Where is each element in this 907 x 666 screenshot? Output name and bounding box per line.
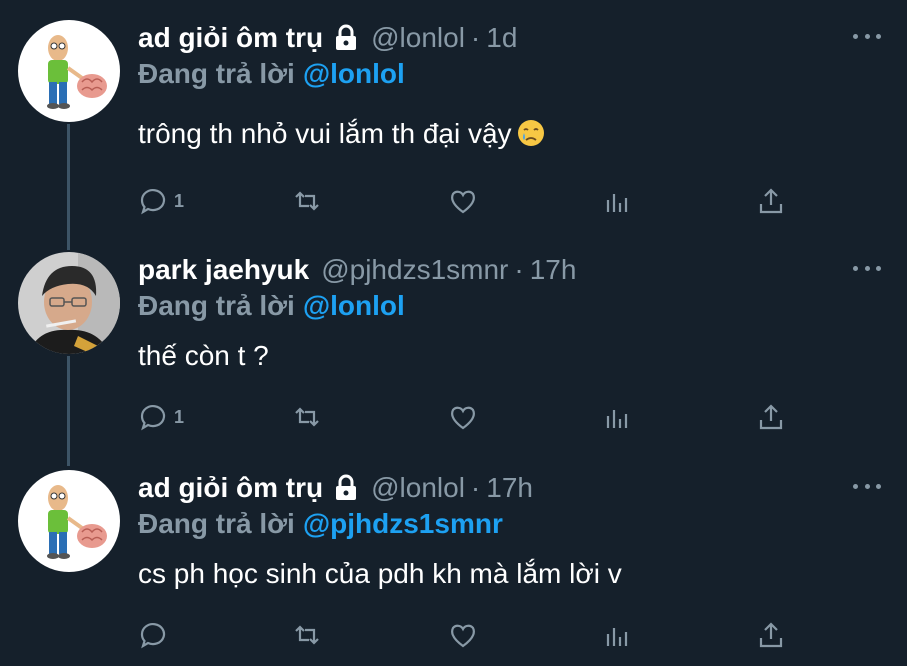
reply-count: 1	[174, 190, 185, 211]
more-icon[interactable]	[853, 258, 881, 278]
more-icon[interactable]	[853, 26, 881, 46]
tweet-actions: 1	[138, 400, 798, 434]
mention-link[interactable]: @lonlol	[303, 290, 405, 321]
display-name[interactable]: ad giỏi ôm trụ	[138, 22, 323, 54]
reply-button[interactable]: 1	[138, 400, 184, 434]
tweet-text-content: trông th nhỏ vui lắm th đại vậy	[138, 118, 512, 149]
reply-icon	[140, 189, 166, 215]
timestamp[interactable]: 17h	[486, 472, 533, 504]
reply-icon	[140, 405, 166, 431]
cartoon-man-with-brain-avatar	[18, 470, 120, 572]
analytics-icon	[606, 628, 628, 646]
reply-button[interactable]: 1	[138, 184, 184, 218]
like-icon	[451, 406, 475, 430]
tweet[interactable]: ad giỏi ôm trụ @lonlol · 1d Đang trả lời…	[0, 20, 907, 220]
retweet-button[interactable]	[292, 184, 322, 218]
avatar[interactable]	[18, 470, 120, 572]
analytics-button[interactable]	[602, 184, 632, 218]
like-button[interactable]	[448, 618, 478, 652]
tweet-text: cs ph học sinh của pdh kh mà lắm lời v	[138, 558, 622, 590]
user-handle[interactable]: @lonlol	[371, 22, 465, 54]
tweet-text-content: thế còn t ?	[138, 340, 269, 371]
tweet-text: trông th nhỏ vui lắm th đại vậy	[138, 118, 546, 150]
analytics-icon	[606, 410, 628, 428]
retweet-icon	[295, 625, 319, 645]
replying-to: Đang trả lời @pjhdzs1smnr	[138, 508, 503, 540]
separator-dot: ·	[470, 472, 481, 503]
reply-icon	[140, 623, 166, 649]
like-button[interactable]	[448, 400, 478, 434]
reply-button[interactable]	[138, 618, 174, 652]
timestamp[interactable]: 17h	[530, 254, 577, 286]
tweet-actions	[138, 618, 798, 652]
retweet-button[interactable]	[292, 400, 322, 434]
avatar[interactable]	[18, 252, 120, 354]
retweet-icon	[295, 407, 319, 427]
crying-face-icon	[516, 118, 546, 148]
tweet[interactable]: park jaehyuk @pjhdzs1smnr · 17h Đang trả…	[0, 252, 907, 452]
analytics-icon	[606, 194, 628, 212]
mention-link[interactable]: @pjhdzs1smnr	[303, 508, 503, 539]
avatar[interactable]	[18, 20, 120, 122]
person-photo-avatar	[18, 252, 120, 354]
user-handle[interactable]: @lonlol	[371, 472, 465, 504]
tweet-actions: 1	[138, 184, 798, 218]
share-button[interactable]	[756, 400, 786, 434]
share-icon	[759, 404, 783, 430]
separator-dot: ·	[514, 254, 524, 285]
replying-to: Đang trả lời @lonlol	[138, 290, 405, 322]
reply-prefix: Đang trả lời	[138, 508, 295, 539]
tweet-text-content: cs ph học sinh của pdh kh mà lắm lời v	[138, 558, 622, 589]
retweet-icon	[295, 191, 319, 211]
mention-link[interactable]: @lonlol	[303, 58, 405, 89]
more-icon[interactable]	[853, 476, 881, 496]
like-button[interactable]	[448, 184, 478, 218]
lock-icon	[333, 474, 359, 502]
display-name[interactable]: park jaehyuk	[138, 254, 309, 286]
separator-dot: ·	[470, 22, 481, 53]
share-icon	[759, 188, 783, 214]
share-button[interactable]	[756, 618, 786, 652]
cartoon-man-with-brain-avatar	[18, 20, 120, 122]
analytics-button[interactable]	[602, 400, 632, 434]
reply-prefix: Đang trả lời	[138, 290, 295, 321]
share-button[interactable]	[756, 184, 786, 218]
retweet-button[interactable]	[292, 618, 322, 652]
analytics-button[interactable]	[602, 618, 632, 652]
like-icon	[451, 624, 475, 648]
replying-to: Đang trả lời @lonlol	[138, 58, 405, 90]
lock-icon	[333, 24, 359, 52]
reply-count: 1	[174, 406, 185, 427]
reply-prefix: Đang trả lời	[138, 58, 295, 89]
user-handle[interactable]: @pjhdzs1smnr	[321, 254, 508, 286]
tweet[interactable]: ad giỏi ôm trụ @lonlol · 17h Đang trả lờ…	[0, 470, 907, 666]
display-name[interactable]: ad giỏi ôm trụ	[138, 472, 323, 504]
like-icon	[451, 190, 475, 214]
share-icon	[759, 622, 783, 648]
tweet-text: thế còn t ?	[138, 340, 269, 372]
timestamp[interactable]: 1d	[486, 22, 517, 54]
